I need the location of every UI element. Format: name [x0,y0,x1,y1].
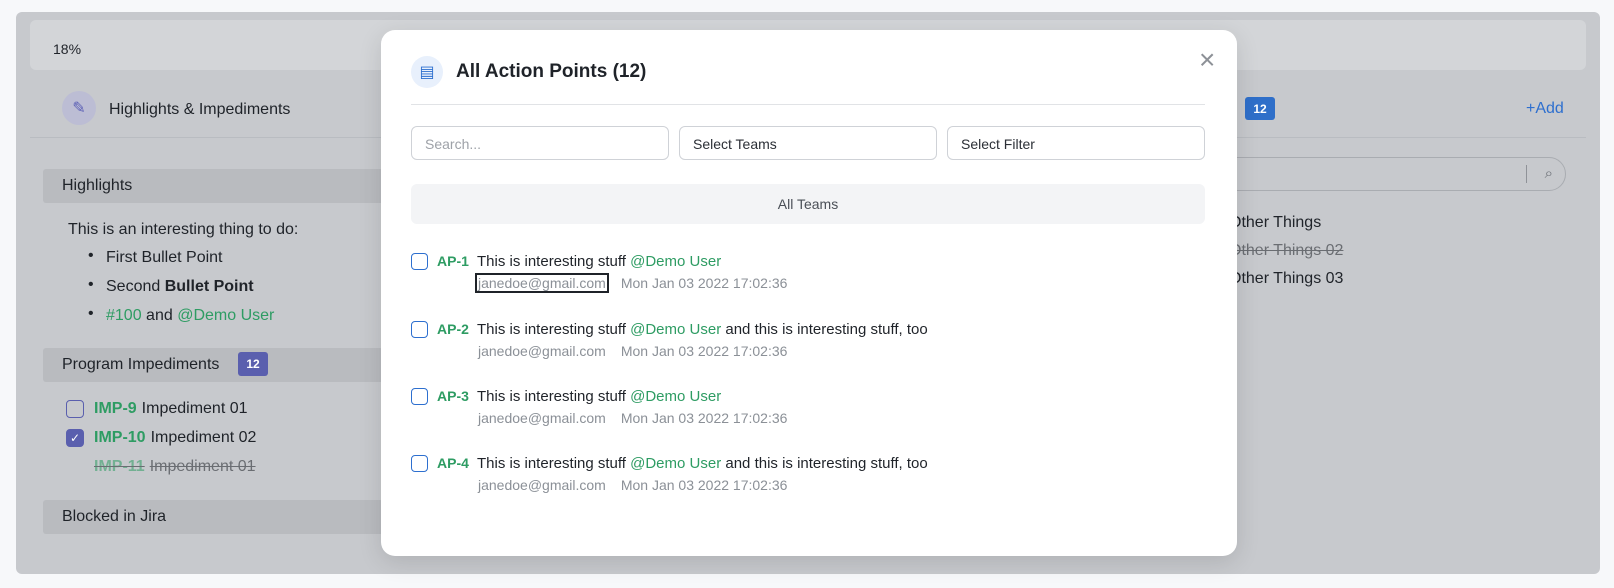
action-point-key[interactable]: AP-2 [437,321,469,337]
action-point-meta: janedoe@gmail.com Mon Jan 03 2022 17:02:3… [475,273,788,293]
search-icon[interactable]: ⌕ [1545,165,1553,182]
action-point-checkbox[interactable] [411,321,428,338]
other-item: Other Things [1229,214,1322,231]
section-title: Highlights & Impediments [109,101,291,118]
action-point-meta: janedoe@gmail.com Mon Jan 03 2022 17:02:3… [477,343,787,359]
user-mention[interactable]: @Demo User [630,253,721,270]
action-point-meta: janedoe@gmail.com Mon Jan 03 2022 17:02:3… [477,410,787,426]
impediment-row-done: IMP-11 Impediment 01 [94,458,256,475]
modal-title: All Action Points (12) [456,61,647,82]
divider [1526,165,1527,183]
other-item: Other Things 03 [1229,270,1344,287]
highlights-header[interactable]: Highlights [43,169,383,203]
timestamp: Mon Jan 03 2022 17:02:36 [620,410,788,426]
timestamp: Mon Jan 03 2022 17:02:36 [620,275,788,291]
progress-text: 18% [53,41,82,57]
action-point-text: This is interesting stuff @Demo User and… [477,455,928,472]
timestamp: Mon Jan 03 2022 17:02:36 [620,477,788,493]
action-point-key[interactable]: AP-1 [437,253,469,269]
author-email[interactable]: janedoe@gmail.com [477,410,607,426]
select-teams-dropdown[interactable]: Select Teams [679,126,937,160]
user-mention[interactable]: @Demo User [630,321,721,338]
author-email[interactable]: janedoe@gmail.com [477,343,607,359]
divider [411,104,1205,105]
bullet-item: First Bullet Point [88,247,222,267]
action-point-checkbox[interactable] [411,388,428,405]
action-point-checkbox[interactable] [411,455,428,472]
action-point-text: This is interesting stuff @Demo User and… [477,321,928,338]
impediment-checkbox-checked[interactable]: ✓ [66,429,84,447]
team-group-header: All Teams [411,184,1205,224]
action-point-checkbox[interactable] [411,253,428,270]
blocked-header[interactable]: Blocked in Jira [43,500,383,534]
action-point-text: This is interesting stuff @Demo User [477,388,722,405]
impediments-header[interactable]: Program Impediments [43,348,383,382]
other-item-done: Other Things 02 [1229,242,1344,259]
timestamp: Mon Jan 03 2022 17:02:36 [620,343,788,359]
impediment-row: IMP-9 Impediment 01 [66,400,248,418]
action-point-key[interactable]: AP-4 [437,455,469,471]
action-point-key[interactable]: AP-3 [437,388,469,404]
select-filter-dropdown[interactable]: Select Filter [947,126,1205,160]
background-search[interactable]: ⌕ [1200,157,1566,191]
impediment-checkbox[interactable] [66,400,84,418]
action-point-meta: janedoe@gmail.com Mon Jan 03 2022 17:02:3… [477,477,787,493]
user-mention[interactable]: @Demo User [177,307,274,324]
search-field[interactable] [411,126,669,160]
search-input[interactable] [425,136,655,152]
highlights-intro: This is an interesting thing to do: [68,221,299,238]
bullet-item: Second Bullet Point [88,276,254,296]
action-count-badge: 12 [1245,97,1275,120]
bullet-item: #100 and @Demo User [88,305,274,325]
user-mention[interactable]: @Demo User [630,455,721,472]
action-points-modal: ▤ All Action Points (12) × Select Teams … [381,30,1237,556]
add-button[interactable]: +Add [1526,100,1564,118]
impediments-count-badge: 12 [238,352,268,376]
user-mention[interactable]: @Demo User [630,388,721,405]
author-email[interactable]: janedoe@gmail.com [475,273,609,293]
pencil-icon: ✎ [62,91,96,125]
close-icon[interactable]: × [1199,46,1215,74]
impediment-row: ✓ IMP-10 Impediment 02 [66,429,256,447]
action-point-text: This is interesting stuff @Demo User [477,253,722,270]
issue-link[interactable]: #100 [106,307,142,324]
author-email[interactable]: janedoe@gmail.com [477,477,607,493]
clipboard-icon: ▤ [411,56,443,88]
